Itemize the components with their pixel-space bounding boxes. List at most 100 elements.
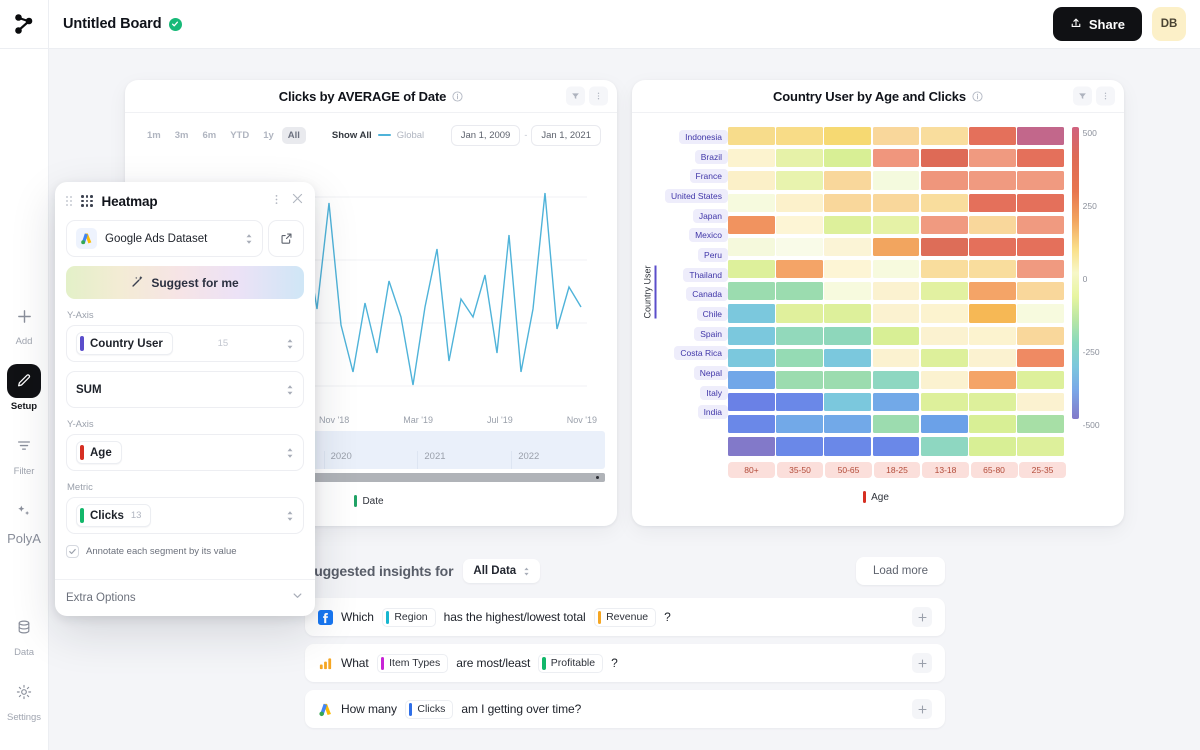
heatmap-cell[interactable] xyxy=(728,393,775,411)
heatmap-cell[interactable] xyxy=(728,349,775,367)
heatmap-cell[interactable] xyxy=(824,260,871,278)
insight-pill-secondary[interactable]: Profitable xyxy=(538,654,603,673)
app-logo[interactable] xyxy=(0,0,49,49)
insight-pill-secondary[interactable]: Revenue xyxy=(594,608,657,627)
heatmap-cell[interactable] xyxy=(728,194,775,212)
heatmap-cell[interactable] xyxy=(969,149,1016,167)
heatmap-cell[interactable] xyxy=(969,238,1016,256)
heatmap-cell[interactable] xyxy=(728,304,775,322)
heatmap-cell[interactable] xyxy=(776,282,823,300)
heatmap-cell[interactable] xyxy=(873,149,920,167)
sidebar-item-filter[interactable]: Filter xyxy=(0,429,49,477)
heatmap-cell[interactable] xyxy=(824,149,871,167)
sidebar-item-add[interactable]: Add xyxy=(0,299,49,347)
heatmap-cell[interactable] xyxy=(824,415,871,433)
heatmap-cell[interactable] xyxy=(1017,282,1064,300)
y-axis-field-country-user[interactable]: Country User 15 xyxy=(66,325,304,362)
heatmap-cell[interactable] xyxy=(824,216,871,234)
heatmap-cell[interactable] xyxy=(873,127,920,145)
heatmap-cell[interactable] xyxy=(824,304,871,322)
grid-apps-icon[interactable] xyxy=(81,195,93,207)
heatmap-cell[interactable] xyxy=(1017,260,1064,278)
heatmap-cell[interactable] xyxy=(921,260,968,278)
heatmap-cell[interactable] xyxy=(776,194,823,212)
external-link-icon[interactable] xyxy=(268,220,304,257)
insight-pill-primary[interactable]: Item Types xyxy=(377,654,449,673)
heatmap-cell[interactable] xyxy=(824,171,871,189)
heatmap-grid[interactable] xyxy=(728,125,1064,458)
heatmap-cell[interactable] xyxy=(824,238,871,256)
heatmap-cell[interactable] xyxy=(1017,437,1064,455)
heatmap-cell[interactable] xyxy=(824,194,871,212)
stepper-updown-icon[interactable] xyxy=(286,384,294,396)
heatmap-cell[interactable] xyxy=(921,371,968,389)
heatmap-cell[interactable] xyxy=(824,393,871,411)
heatmap-cell[interactable] xyxy=(921,282,968,300)
y-axis-field-age[interactable]: Age xyxy=(66,434,304,471)
heatmap-cell[interactable] xyxy=(728,282,775,300)
heatmap-cell[interactable] xyxy=(873,371,920,389)
heatmap-cell[interactable] xyxy=(969,171,1016,189)
heatmap-cell[interactable] xyxy=(728,327,775,345)
heatmap-cell[interactable] xyxy=(824,327,871,345)
heatmap-cell[interactable] xyxy=(873,393,920,411)
heatmap-cell[interactable] xyxy=(921,415,968,433)
heatmap-cell[interactable] xyxy=(728,437,775,455)
heatmap-cell[interactable] xyxy=(728,216,775,234)
heatmap-cell[interactable] xyxy=(873,260,920,278)
field-tag-country-user[interactable]: Country User xyxy=(76,332,173,355)
filter-icon[interactable] xyxy=(1073,87,1092,106)
board-title-wrap[interactable]: Untitled Board xyxy=(49,16,182,32)
share-button[interactable]: Share xyxy=(1053,7,1142,41)
heatmap-cell[interactable] xyxy=(921,171,968,189)
heatmap-cell[interactable] xyxy=(969,415,1016,433)
sidebar-item-setup[interactable]: Setup xyxy=(0,364,49,412)
heatmap-cell[interactable] xyxy=(921,349,968,367)
insights-scope-select[interactable]: All Data xyxy=(463,559,540,583)
heatmap-cell[interactable] xyxy=(921,216,968,234)
heatmap-cell[interactable] xyxy=(1017,393,1064,411)
insight-row[interactable]: WhichRegionhas the highest/lowest totalR… xyxy=(305,598,945,636)
stepper-updown-icon[interactable] xyxy=(286,510,294,522)
heatmap-cell[interactable] xyxy=(728,415,775,433)
heatmap-cell[interactable] xyxy=(873,304,920,322)
filter-icon[interactable] xyxy=(566,87,585,106)
heatmap-cell[interactable] xyxy=(776,327,823,345)
info-icon[interactable] xyxy=(452,91,463,102)
insight-pill-primary[interactable]: Clicks xyxy=(405,700,454,719)
heatmap-cell[interactable] xyxy=(873,282,920,300)
kebab-menu-icon[interactable] xyxy=(271,192,282,210)
heatmap-cell[interactable] xyxy=(776,371,823,389)
heatmap-cell[interactable] xyxy=(873,194,920,212)
heatmap-cell[interactable] xyxy=(921,304,968,322)
heatmap-cell[interactable] xyxy=(776,349,823,367)
insight-add-button[interactable] xyxy=(912,699,932,719)
heatmap-cell[interactable] xyxy=(728,149,775,167)
heatmap-cell[interactable] xyxy=(969,327,1016,345)
heatmap-cell[interactable] xyxy=(1017,238,1064,256)
field-tag-age[interactable]: Age xyxy=(76,441,122,464)
aggregation-select[interactable]: SUM xyxy=(66,371,304,408)
heatmap-cell[interactable] xyxy=(776,127,823,145)
heatmap-cell[interactable] xyxy=(969,304,1016,322)
heatmap-cell[interactable] xyxy=(728,127,775,145)
axis-chip-age[interactable]: Age xyxy=(859,489,897,505)
heatmap-cell[interactable] xyxy=(873,171,920,189)
heatmap-cell[interactable] xyxy=(969,216,1016,234)
heatmap-cell[interactable] xyxy=(969,437,1016,455)
insight-pill-primary[interactable]: Region xyxy=(382,608,436,627)
drag-handle-icon[interactable] xyxy=(66,196,72,206)
heatmap-cell[interactable] xyxy=(969,260,1016,278)
heatmap-cell[interactable] xyxy=(1017,216,1064,234)
heatmap-cell[interactable] xyxy=(1017,304,1064,322)
date-to-input[interactable]: Jan 1, 2021 xyxy=(531,125,601,146)
heatmap-cell[interactable] xyxy=(728,238,775,256)
field-tag-clicks[interactable]: Clicks 13 xyxy=(76,504,151,527)
heatmap-cell[interactable] xyxy=(873,238,920,256)
info-icon[interactable] xyxy=(972,91,983,102)
annotate-checkbox[interactable] xyxy=(66,545,79,558)
heatmap-cell[interactable] xyxy=(921,238,968,256)
heatmap-cell[interactable] xyxy=(824,127,871,145)
heatmap-cell[interactable] xyxy=(776,415,823,433)
heatmap-cell[interactable] xyxy=(1017,327,1064,345)
